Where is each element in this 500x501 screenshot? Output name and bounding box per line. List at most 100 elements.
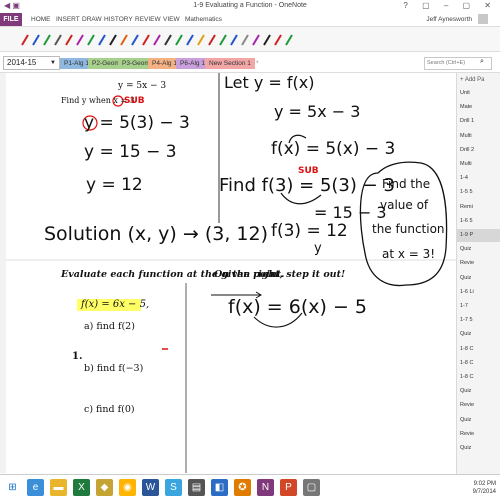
pen-swatch — [285, 34, 293, 46]
pen-swatch — [21, 34, 29, 46]
page-list-item[interactable]: Quiz — [457, 385, 500, 398]
bubble-line-4: at x = 3! — [382, 247, 436, 261]
page-list-item[interactable]: 1-6 Li — [457, 286, 500, 299]
page-list-item[interactable]: 1-8 C — [457, 357, 500, 370]
page-list-item[interactable]: 1-4 — [457, 172, 500, 185]
pen-swatch — [76, 34, 84, 46]
folder-icon[interactable]: ▬ — [50, 479, 67, 496]
pen-swatch — [241, 34, 249, 46]
tab-home[interactable]: HOME — [31, 16, 51, 23]
page-list-item[interactable]: Revie — [457, 428, 500, 441]
page-list-item[interactable]: Unit — [457, 87, 500, 100]
page-list-item[interactable]: Quiz — [457, 328, 500, 341]
pen-swatch — [32, 34, 40, 46]
chrome-icon[interactable]: ◉ — [119, 479, 136, 496]
left-step-2: y = 15 − 3 — [84, 142, 177, 162]
tab-draw[interactable]: DRAW — [82, 16, 102, 23]
notebook-name: 2014-15 — [7, 58, 37, 67]
pen-swatch — [219, 34, 227, 46]
onenote-icon[interactable]: N — [257, 479, 274, 496]
pen-swatch — [263, 34, 271, 46]
page-list-item[interactable]: 1-9 P — [457, 229, 500, 242]
page-list-item[interactable]: 1-7 — [457, 300, 500, 313]
pen-swatch — [197, 34, 205, 46]
bubble-line-3: the function — [372, 222, 445, 236]
app-icon[interactable]: ◆ — [96, 479, 113, 496]
right-step-7: y — [314, 241, 322, 256]
user-name[interactable]: Jeff Aynesworth — [426, 16, 472, 23]
app-icon[interactable]: ▢ — [303, 479, 320, 496]
tab-insert[interactable]: INSERT — [56, 16, 80, 23]
page-list-item[interactable]: Revie — [457, 399, 500, 412]
pen-swatch — [54, 34, 62, 46]
word-icon[interactable]: W — [142, 479, 159, 496]
page-list-item[interactable]: 1-5 5 — [457, 186, 500, 199]
title-bar: ◀ ▣ 1-9 Evaluating a Function - OneNote … — [0, 0, 500, 13]
tab-review[interactable]: REVIEW — [135, 16, 161, 23]
pen-swatch — [87, 34, 95, 46]
part-c: c) find f(0) — [84, 404, 135, 415]
solution-text: Solution (x, y) → (3, 12) — [44, 223, 269, 245]
page-list-item[interactable]: 1-8 C — [457, 343, 500, 356]
page-canvas[interactable]: y = 5x − 3 Find y when x = 3 SUB y = 5(3… — [6, 73, 456, 473]
pen-swatch — [208, 34, 216, 46]
page-list-item[interactable]: Multi — [457, 158, 500, 171]
ie-icon[interactable]: e — [27, 479, 44, 496]
pen-swatch — [131, 34, 139, 46]
chevron-down-icon: ▼ — [50, 60, 56, 66]
pen-gallery[interactable] — [0, 27, 500, 51]
avatar[interactable] — [478, 14, 488, 24]
page-list-item[interactable]: Multi — [457, 130, 500, 143]
left-step-1: y = 5(3) − 3 — [84, 113, 190, 133]
window-controls[interactable]: ? ▢ – ▢ ✕ — [403, 1, 497, 10]
left-step-3: y = 12 — [86, 175, 143, 195]
section-bar: 2014-15 ▼ P1-Alg 1 P2-Geom P3-Geom P4-Al… — [0, 52, 500, 73]
page-list: + Add Pa Unit Mate Drill 1 Multi Drill 2 Mult… — [456, 73, 500, 475]
ribbon-tabs: FILE HOME INSERT DRAW HISTORY REVIEW VIE… — [0, 13, 500, 27]
tab-section-new[interactable]: New Section 1 — [205, 58, 255, 69]
search-icon[interactable]: ⌕ — [480, 58, 484, 66]
right-work: f(x) = 6(x) − 5 — [228, 296, 368, 318]
sub-label: SUB — [124, 96, 145, 106]
page-list-item[interactable]: Quiz — [457, 243, 500, 256]
right-step-5: = 15 − 3 — [314, 203, 387, 222]
add-page-button[interactable]: + Add Pa — [460, 77, 485, 83]
clock[interactable]: 9:02 PM 9/7/2014 — [473, 480, 496, 496]
page-list-item[interactable]: Remi — [457, 201, 500, 214]
clock-time: 9:02 PM — [473, 481, 496, 487]
pen-swatch — [98, 34, 106, 46]
part-a: a) find f(2) — [84, 321, 135, 332]
pen-swatch — [252, 34, 260, 46]
page-list-item[interactable]: Quiz — [457, 414, 500, 427]
page-list-item[interactable]: Drill 2 — [457, 144, 500, 157]
page-list-item[interactable]: Quiz — [457, 442, 500, 455]
clock-date: 9/7/2014 — [472, 489, 496, 495]
right-sub-label: SUB — [298, 166, 319, 176]
page-list-item[interactable]: 1-8 C — [457, 371, 500, 384]
excel-icon[interactable]: X — [73, 479, 90, 496]
page-list-item[interactable]: Revie — [457, 257, 500, 270]
file-tab[interactable]: FILE — [0, 13, 22, 26]
pen-swatch — [175, 34, 183, 46]
start-icon[interactable]: ⊞ — [4, 479, 21, 496]
powerpoint-icon[interactable]: P — [280, 479, 297, 496]
right-step-2: y = 5x − 3 — [274, 102, 361, 121]
add-section-icon[interactable]: * — [252, 58, 263, 69]
tab-view[interactable]: VIEW — [163, 16, 180, 23]
app-icon[interactable]: ◧ — [211, 479, 228, 496]
right-step-4: Find f(3) = 5(3) − 3 — [219, 175, 395, 196]
page-list-item[interactable]: Quiz — [457, 272, 500, 285]
app-icon[interactable]: ▤ — [188, 479, 205, 496]
right-instruction: On the right, step it out! — [214, 269, 346, 280]
app-icon[interactable]: ✪ — [234, 479, 251, 496]
notebook-selector[interactable]: 2014-15 ▼ — [3, 56, 60, 70]
page-list-item[interactable]: 1-6 5 — [457, 215, 500, 228]
pen-swatch — [120, 34, 128, 46]
tab-mathematics[interactable]: Mathematics — [185, 16, 222, 23]
skype-icon[interactable]: S — [165, 479, 182, 496]
page-list-item[interactable]: 1-7 5 — [457, 314, 500, 327]
tab-section-p6[interactable]: P6-Alg 1 — [176, 58, 209, 69]
tab-history[interactable]: HISTORY — [104, 16, 133, 23]
page-list-item[interactable]: Mate — [457, 101, 500, 114]
page-list-item[interactable]: Drill 1 — [457, 115, 500, 128]
